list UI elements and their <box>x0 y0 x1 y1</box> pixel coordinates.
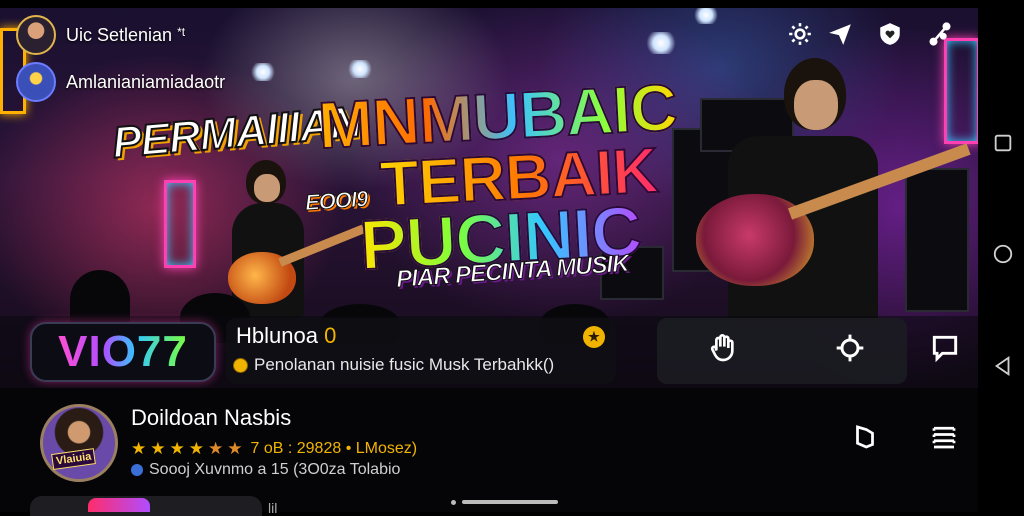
stage-light <box>645 32 677 54</box>
amplifier <box>905 168 969 312</box>
star-icon: ★ <box>150 439 166 458</box>
rating-row: ★ ★ ★ ★ ★ ★ 7 oB : 29828 • LMosez) <box>131 439 417 459</box>
recents-icon[interactable] <box>991 131 1015 155</box>
avatar[interactable] <box>16 15 56 55</box>
stage-light <box>250 63 276 81</box>
neon-sign <box>164 180 196 268</box>
user-row-2[interactable]: Amlanianiamiadaotr <box>16 62 225 102</box>
bookmark-icon[interactable] <box>849 421 881 453</box>
stage-light <box>693 8 719 24</box>
hand-icon[interactable] <box>705 330 741 366</box>
comment-icon[interactable] <box>927 330 963 366</box>
page-indicator-dot <box>451 500 456 505</box>
user-name: Amlanianiamiadaotr <box>66 71 226 92</box>
avatar[interactable] <box>16 62 56 102</box>
coin-icon <box>233 357 248 373</box>
next-item-text: lil <box>268 500 278 516</box>
star-icon: ★ <box>169 439 185 458</box>
list-icon[interactable] <box>928 421 960 453</box>
settings-icon[interactable] <box>786 20 814 48</box>
home-indicator[interactable] <box>462 500 558 504</box>
info-title-badge: 0 <box>324 323 337 348</box>
track-meta: Soooj Xuvnmo a 15 (3O0za Tolabio <box>131 461 400 479</box>
next-item-thumbnail <box>88 498 150 512</box>
star-icon: ★ <box>188 439 204 458</box>
star-icon: ★ <box>131 439 147 458</box>
star-half-icon: ★ <box>208 439 224 458</box>
home-icon[interactable] <box>991 242 1015 266</box>
back-icon[interactable] <box>991 354 1015 378</box>
track-title[interactable]: Doildoan Nasbis <box>131 405 291 431</box>
stage-light <box>347 60 373 78</box>
track-cover[interactable] <box>40 404 118 482</box>
share-icon[interactable] <box>926 20 954 48</box>
neon-sign <box>944 38 978 144</box>
info-subtitle: Penolanan nuisie fusic Musk Terbahkk() <box>233 355 554 375</box>
user-name: Uic Setlenian *t <box>66 24 186 45</box>
brand-logo-text: VIO77 <box>58 327 188 376</box>
star-half-icon: ★ <box>227 439 243 458</box>
action-panel <box>657 318 907 384</box>
info-title: Hblunoa 0 <box>236 323 337 348</box>
brand-logo[interactable]: VIO77 <box>30 322 216 382</box>
rating-text: 7 oB : 29828 • LMosez) <box>250 440 418 457</box>
info-icon <box>131 464 143 476</box>
user-row-1[interactable]: Uic Setlenian *t <box>16 15 185 55</box>
shield-heart-icon[interactable] <box>876 20 904 48</box>
settings-icon[interactable] <box>832 330 868 366</box>
reward-icon[interactable]: ★ <box>583 326 605 348</box>
send-icon[interactable] <box>826 20 854 48</box>
